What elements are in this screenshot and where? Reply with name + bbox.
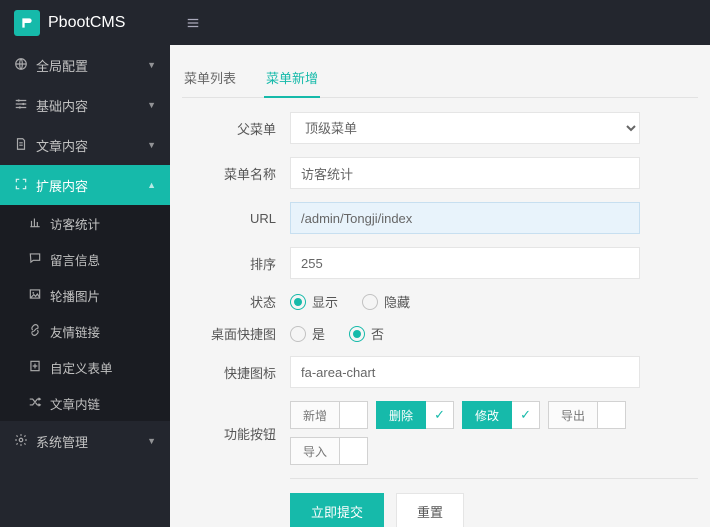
expand-icon bbox=[14, 177, 28, 194]
sidebar-item-article[interactable]: 文章内容 ▼ bbox=[0, 125, 170, 165]
doc-icon bbox=[14, 137, 28, 154]
globe-icon bbox=[14, 57, 28, 74]
chevron-down-icon: ▼ bbox=[147, 100, 156, 110]
chart-icon bbox=[28, 215, 42, 232]
sidebar-item-messages[interactable]: 留言信息 bbox=[0, 241, 170, 277]
chevron-down-icon: ▼ bbox=[147, 140, 156, 150]
logo-icon bbox=[14, 10, 40, 36]
brand-name: PbootCMS bbox=[48, 14, 125, 32]
check-icon bbox=[340, 437, 368, 465]
label-status: 状态 bbox=[182, 292, 290, 311]
chevron-down-icon: ▼ bbox=[147, 60, 156, 70]
radio-status-show[interactable]: 显示 bbox=[290, 292, 338, 311]
sidebar-item-extend[interactable]: 扩展内容 ▲ bbox=[0, 165, 170, 205]
check-icon: ✓ bbox=[512, 401, 540, 429]
main-content: 菜单列表 菜单新增 父菜单 顶级菜单 菜单名称 URL 排序 状态 显示 隐藏 bbox=[170, 45, 710, 527]
sidebar-item-links[interactable]: 友情链接 bbox=[0, 313, 170, 349]
sidebar-item-visitor-stats[interactable]: 访客统计 bbox=[0, 205, 170, 241]
chevron-down-icon: ▼ bbox=[147, 436, 156, 446]
sidebar-item-system[interactable]: 系统管理 ▼ bbox=[0, 421, 170, 461]
sidebar-item-custom-form[interactable]: 自定义表单 bbox=[0, 349, 170, 385]
label-menu-name: 菜单名称 bbox=[182, 164, 290, 183]
link-icon bbox=[28, 323, 42, 340]
form-icon bbox=[28, 359, 42, 376]
check-icon bbox=[598, 401, 626, 429]
image-icon bbox=[28, 287, 42, 304]
label-sort: 排序 bbox=[182, 254, 290, 273]
radio-status-hide[interactable]: 隐藏 bbox=[362, 292, 410, 311]
radio-icon bbox=[290, 326, 306, 342]
menu-icon bbox=[186, 16, 200, 30]
label-icon: 快捷图标 bbox=[182, 363, 290, 382]
radio-desktop-no[interactable]: 否 bbox=[349, 324, 384, 343]
sidebar-submenu-extend: 访客统计 留言信息 轮播图片 友情链接 自定义表单 文章内链 bbox=[0, 205, 170, 421]
gear-icon bbox=[14, 433, 28, 450]
radio-desktop-yes[interactable]: 是 bbox=[290, 324, 325, 343]
url-input[interactable] bbox=[290, 202, 640, 234]
sidebar: 全局配置 ▼ 基础内容 ▼ 文章内容 ▼ 扩展内容 ▲ 访客统计 留言信息 轮播… bbox=[0, 45, 170, 527]
radio-icon bbox=[349, 326, 365, 342]
check-delete[interactable]: 删除✓ bbox=[376, 401, 454, 429]
parent-select[interactable]: 顶级菜单 bbox=[290, 112, 640, 144]
label-desktop: 桌面快捷图 bbox=[182, 324, 290, 343]
sliders-icon bbox=[14, 97, 28, 114]
sidebar-item-basic[interactable]: 基础内容 ▼ bbox=[0, 85, 170, 125]
brand[interactable]: PbootCMS bbox=[0, 0, 170, 45]
check-icon: ✓ bbox=[426, 401, 454, 429]
tab-menu-add[interactable]: 菜单新增 bbox=[264, 59, 320, 98]
icon-input[interactable] bbox=[290, 356, 640, 388]
tab-menu-list[interactable]: 菜单列表 bbox=[182, 59, 238, 98]
menu-name-input[interactable] bbox=[290, 157, 640, 189]
sort-input[interactable] bbox=[290, 247, 640, 279]
check-export[interactable]: 导出 bbox=[548, 401, 626, 429]
reset-button[interactable]: 重置 bbox=[396, 493, 464, 527]
radio-icon bbox=[290, 294, 306, 310]
radio-icon bbox=[362, 294, 378, 310]
header-bar: PbootCMS bbox=[0, 0, 710, 45]
sidebar-item-internal-link[interactable]: 文章内链 bbox=[0, 385, 170, 421]
label-parent: 父菜单 bbox=[182, 119, 290, 138]
sidebar-item-carousel[interactable]: 轮播图片 bbox=[0, 277, 170, 313]
label-action-buttons: 功能按钮 bbox=[182, 424, 290, 443]
check-import[interactable]: 导入 bbox=[290, 437, 368, 465]
sidebar-toggle[interactable] bbox=[170, 0, 215, 45]
check-edit[interactable]: 修改✓ bbox=[462, 401, 540, 429]
sidebar-item-global[interactable]: 全局配置 ▼ bbox=[0, 45, 170, 85]
message-icon bbox=[28, 251, 42, 268]
tabs: 菜单列表 菜单新增 bbox=[182, 59, 698, 98]
submit-button[interactable]: 立即提交 bbox=[290, 493, 384, 527]
action-buttons-group: 新增 删除✓ 修改✓ 导出 导入 bbox=[290, 401, 698, 465]
label-url: URL bbox=[182, 211, 290, 226]
shuffle-icon bbox=[28, 395, 42, 412]
check-add[interactable]: 新增 bbox=[290, 401, 368, 429]
chevron-up-icon: ▲ bbox=[147, 180, 156, 190]
check-icon bbox=[340, 401, 368, 429]
